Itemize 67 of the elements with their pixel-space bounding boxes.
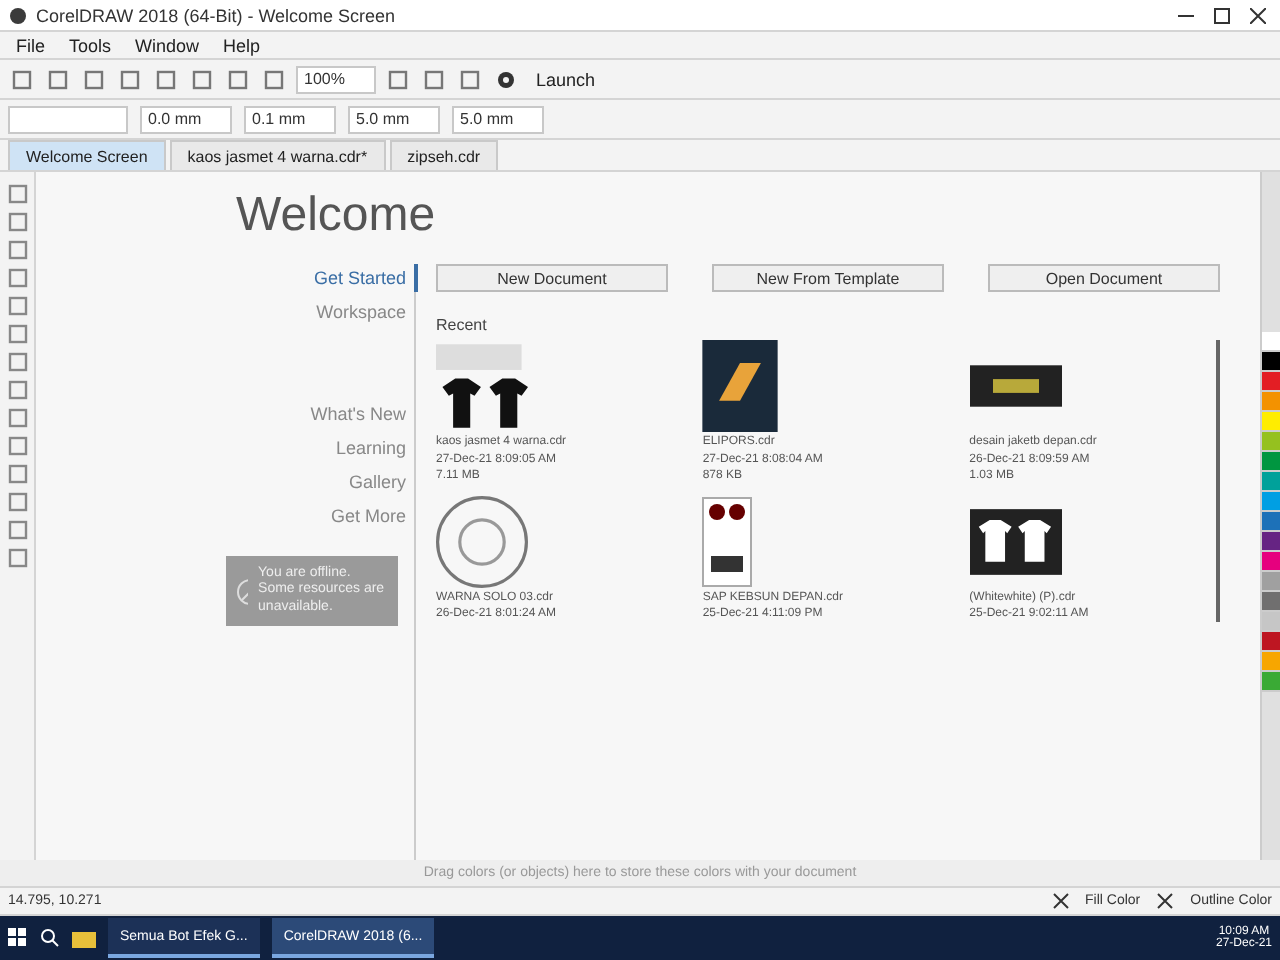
color-swatch[interactable] <box>1262 652 1280 672</box>
color-swatch[interactable] <box>1262 412 1280 432</box>
color-swatch[interactable] <box>1262 592 1280 612</box>
zoom-field[interactable]: 100% <box>296 65 376 93</box>
nudge-field[interactable]: 0.1 mm <box>244 105 336 133</box>
color-swatch[interactable] <box>1262 372 1280 392</box>
tshirt-design-drawing <box>436 340 528 432</box>
toolbar-button[interactable] <box>8 65 36 93</box>
app-logo-icon <box>8 5 28 25</box>
toolbar-button[interactable] <box>188 65 216 93</box>
toolbar-button[interactable] <box>384 65 412 93</box>
window-title: CorelDRAW 2018 (64-Bit) - Welcome Screen <box>36 5 398 25</box>
color-swatch[interactable] <box>1262 572 1280 592</box>
folder-icon[interactable] <box>72 928 96 948</box>
toolbar-button[interactable] <box>80 65 108 93</box>
offline-icon <box>236 577 249 606</box>
no-outline-icon <box>1156 892 1175 910</box>
color-swatch[interactable] <box>1262 472 1280 492</box>
width-field[interactable]: 0.0 mm <box>140 105 232 133</box>
logo-drawing <box>702 340 779 432</box>
toolbar-button[interactable] <box>420 65 448 93</box>
menu-item[interactable]: Help <box>215 35 269 55</box>
action-button[interactable]: New Document <box>436 264 668 292</box>
color-swatch[interactable] <box>1262 432 1280 452</box>
maximize-icon <box>1214 7 1230 23</box>
close-button[interactable] <box>1244 3 1272 27</box>
no-fill-icon <box>1051 892 1070 910</box>
duplicate-y-field[interactable]: 5.0 mm <box>452 105 544 133</box>
toolbar-button[interactable] <box>152 65 180 93</box>
document-tab[interactable]: kaos jasmet 4 warna.cdr* <box>169 140 386 170</box>
sticker-sheet-drawing <box>702 495 753 588</box>
color-swatch[interactable] <box>1262 332 1280 352</box>
color-swatch[interactable] <box>1262 452 1280 472</box>
toolbar-button[interactable] <box>44 65 72 93</box>
document-tab[interactable]: zipseh.cdr <box>389 140 499 170</box>
color-swatch[interactable] <box>1262 632 1280 652</box>
toolbar-button[interactable] <box>116 65 144 93</box>
gear-icon <box>496 69 516 89</box>
menu-item[interactable]: Window <box>127 35 208 55</box>
color-swatch[interactable] <box>1262 552 1280 572</box>
color-swatch[interactable] <box>1262 672 1280 692</box>
color-swatch[interactable] <box>1262 492 1280 512</box>
action-button[interactable]: Open Document <box>988 264 1220 292</box>
color-swatch[interactable] <box>1262 392 1280 412</box>
document-tab[interactable]: Welcome Screen <box>8 140 166 170</box>
color-swatch[interactable] <box>1262 532 1280 552</box>
color-swatch[interactable] <box>1262 352 1280 372</box>
menu-item[interactable]: File <box>8 35 54 55</box>
minimize-icon <box>1178 13 1194 17</box>
toolbar-button[interactable] <box>260 65 288 93</box>
page-size-field[interactable] <box>8 105 128 133</box>
color-swatch[interactable] <box>1262 512 1280 532</box>
close-icon <box>1250 7 1266 23</box>
launch-button[interactable]: Launch <box>528 69 604 89</box>
welcome-heading: Welcome <box>236 188 438 244</box>
maximize-button[interactable] <box>1208 3 1236 27</box>
color-swatch[interactable] <box>1262 612 1280 632</box>
toolbar-button[interactable] <box>224 65 252 93</box>
action-button[interactable]: New From Template <box>712 264 944 292</box>
nav-item[interactable]: Get Started <box>313 264 418 292</box>
start-icon[interactable] <box>8 928 28 948</box>
toolbar-button[interactable] <box>456 65 484 93</box>
duplicate-x-field[interactable]: 5.0 mm <box>348 105 440 133</box>
search-icon[interactable] <box>40 928 60 948</box>
stamp-drawing <box>436 495 528 588</box>
menu-item[interactable]: Tools <box>61 35 120 55</box>
recent-label: Recent <box>436 316 489 334</box>
